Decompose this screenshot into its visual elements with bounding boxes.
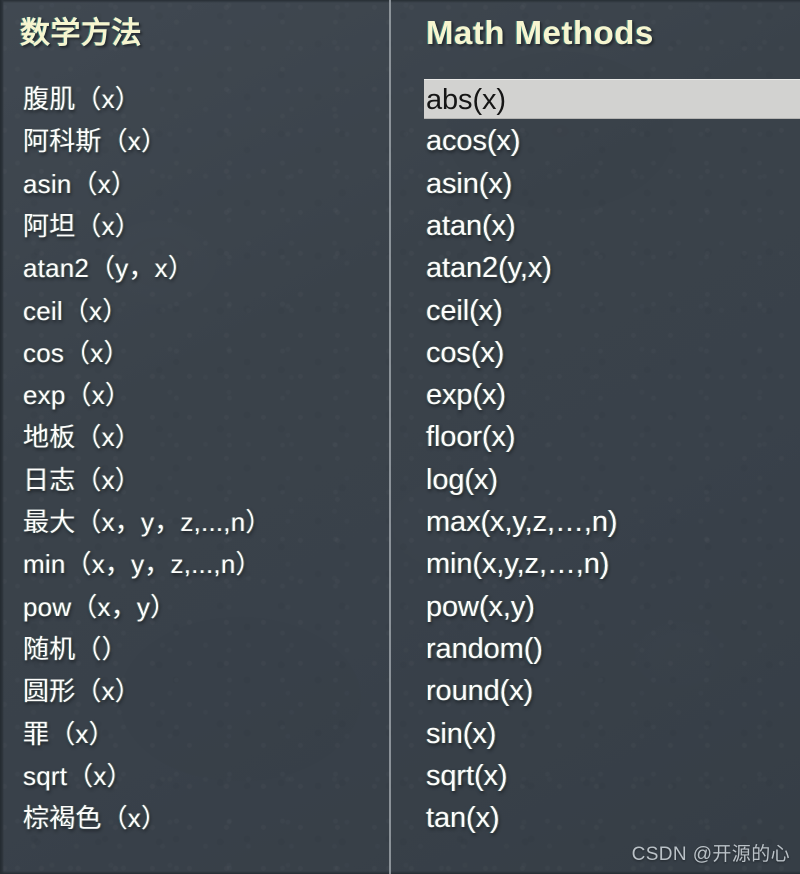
method-list-item[interactable]: tan(x) — [424, 798, 500, 838]
method-list-item[interactable]: min（x，y，z,...,n） — [20, 544, 262, 584]
method-list-item[interactable]: exp(x) — [424, 375, 506, 415]
method-list-item[interactable]: round(x) — [424, 671, 533, 711]
method-list-item[interactable]: exp（x） — [20, 375, 131, 415]
method-list-item[interactable]: acos(x) — [424, 121, 520, 161]
method-list-item[interactable]: floor(x) — [424, 417, 516, 457]
method-list-item[interactable]: pow(x,y) — [424, 587, 535, 627]
method-list-item[interactable]: 圆形（x） — [20, 671, 141, 711]
right-column-english: Math Methods abs(x) acos(x) asin(x) atan(x)… — [424, 0, 800, 874]
column-divider — [389, 0, 391, 874]
method-list-item[interactable]: ceil(x) — [424, 291, 503, 331]
method-list-item[interactable]: asin（x） — [20, 164, 137, 204]
method-list-item[interactable]: abs(x) — [424, 79, 800, 119]
method-list-item[interactable]: min(x,y,z,…,n) — [424, 544, 609, 584]
method-list-item[interactable]: sqrt(x) — [424, 756, 508, 796]
method-list-item[interactable]: cos（x） — [20, 333, 130, 373]
method-list-item[interactable]: log(x) — [424, 460, 498, 500]
method-list-item[interactable]: 阿科斯（x） — [20, 121, 167, 161]
method-list-item[interactable]: 地板（x） — [20, 417, 141, 457]
method-list-item[interactable]: asin(x) — [424, 164, 512, 204]
method-list-item[interactable]: cos(x) — [424, 333, 504, 373]
method-list-item[interactable]: atan2（y，x） — [20, 248, 194, 288]
method-list-item[interactable]: 罪（x） — [20, 714, 115, 754]
method-list-item[interactable]: sin(x) — [424, 714, 496, 754]
method-list-item[interactable]: 随机（） — [20, 629, 128, 669]
method-list-item[interactable]: sqrt（x） — [20, 756, 133, 796]
method-list-item[interactable]: 棕褐色（x） — [20, 798, 167, 838]
method-list-item[interactable]: 阿坦（x） — [20, 206, 141, 246]
math-methods-reference-image: 数学方法 腹肌（x） 阿科斯（x） asin（x） 阿坦（x） atan2（y，x） ce… — [0, 0, 800, 874]
csdn-watermark: CSDN @开源的心 — [631, 844, 790, 865]
method-list-item[interactable]: 最大（x，y，z,...,n） — [20, 502, 272, 542]
left-edge-border — [0, 0, 4, 874]
method-list-item[interactable]: max(x,y,z,…,n) — [424, 502, 618, 542]
left-column-chinese: 数学方法 腹肌（x） 阿科斯（x） asin（x） 阿坦（x） atan2（y，x） ce… — [20, 0, 380, 874]
method-list-item[interactable]: atan(x) — [424, 206, 516, 246]
method-list-item[interactable]: random() — [424, 629, 543, 669]
right-column-heading: Math Methods — [426, 14, 654, 51]
left-column-heading: 数学方法 — [20, 17, 142, 50]
method-list-item[interactable]: ceil（x） — [20, 291, 128, 331]
method-list-item[interactable]: 腹肌（x） — [20, 79, 141, 119]
method-list-item[interactable]: 日志（x） — [20, 460, 141, 500]
method-list-item[interactable]: pow（x，y） — [20, 587, 176, 627]
method-list-item[interactable]: atan2(y,x) — [424, 248, 552, 288]
